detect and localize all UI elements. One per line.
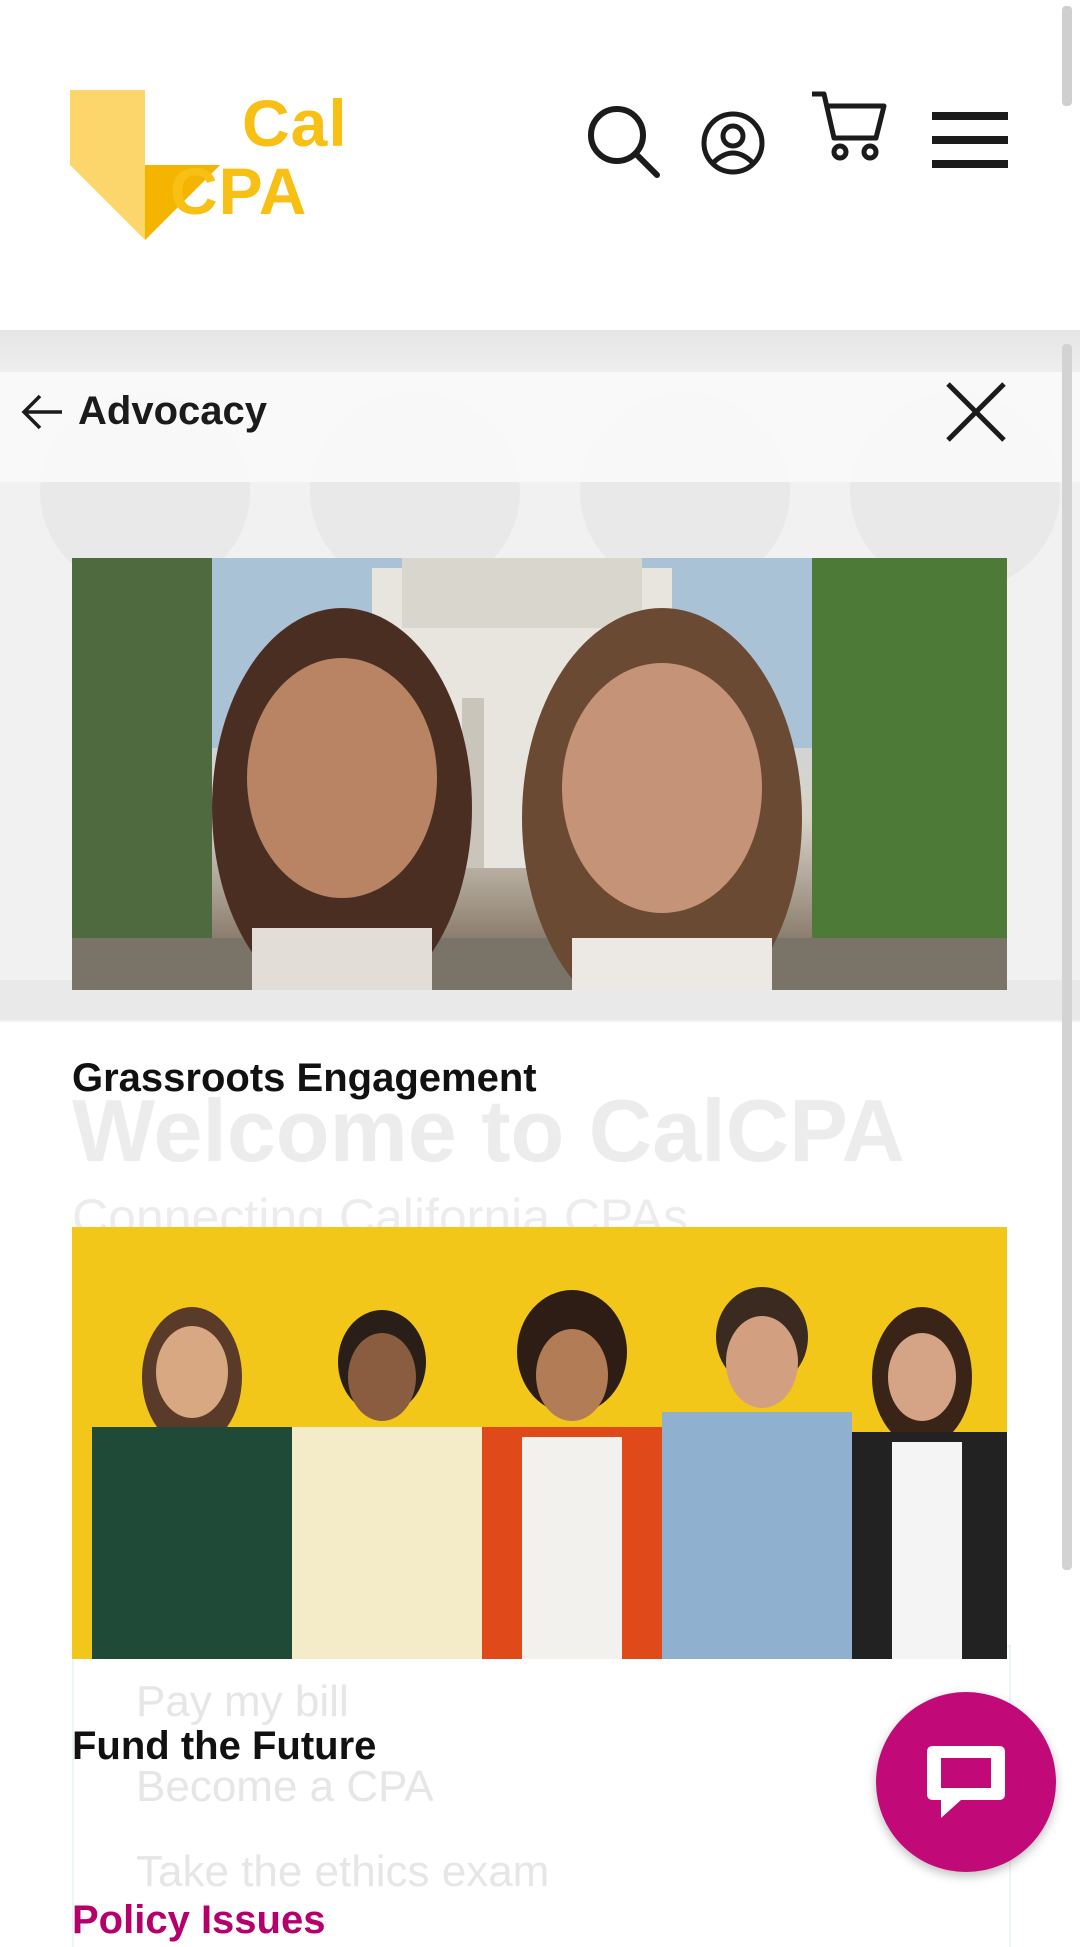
site-header: Cal CPA [0,0,1080,330]
chat-button[interactable] [876,1692,1056,1872]
two-women-capitol-photo [72,558,1007,990]
header-divider [0,330,1080,372]
search-icon[interactable] [585,103,661,179]
menu-title[interactable]: Advocacy [78,386,267,436]
five-young-people-yellow-wall-photo [72,1227,1007,1659]
menu-item-fund-the-future[interactable]: Fund the Future [72,1724,376,1769]
cart-icon[interactable] [808,88,888,164]
menu-item-policy-issues[interactable]: Policy Issues [72,1898,325,1943]
user-account-icon[interactable] [700,110,766,176]
logo-text-cpa: CPA [170,154,308,228]
menu-scrollbar-thumb[interactable] [1062,344,1072,1570]
logo-text-cal: Cal [242,86,348,160]
fund-the-future-image[interactable] [72,1227,1007,1659]
chat-bubble-icon [927,1746,1005,1818]
arrow-left-icon[interactable] [20,392,66,432]
menu-item-grassroots-engagement[interactable]: Grassroots Engagement [72,1056,537,1101]
close-icon[interactable] [944,380,1008,444]
menu-icon[interactable] [930,110,1010,172]
grassroots-engagement-image[interactable] [72,558,1007,990]
page-scrollbar-thumb[interactable] [1062,6,1072,106]
calcpa-logo[interactable]: Cal CPA [70,88,390,248]
